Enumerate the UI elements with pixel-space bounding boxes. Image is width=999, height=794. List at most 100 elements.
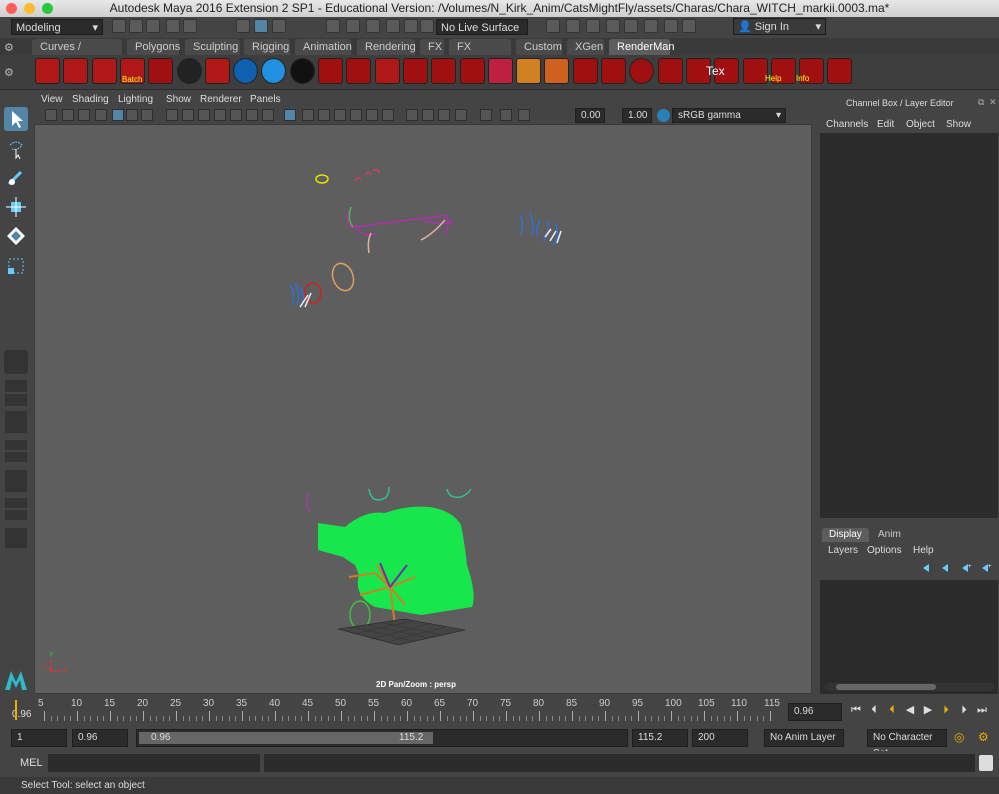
motion-blur-icon[interactable]: [382, 109, 394, 121]
open-scene-icon[interactable]: [129, 19, 143, 33]
hypershade-icon[interactable]: [318, 58, 343, 84]
custom-layout-icon[interactable]: [5, 528, 27, 548]
current-time-field[interactable]: 0.96: [788, 703, 842, 721]
layer-list[interactable]: [820, 580, 998, 694]
step-back-key-icon[interactable]: ⏴: [886, 704, 898, 716]
persp-outliner-layout-icon[interactable]: [5, 394, 27, 406]
single-perspective-layout-icon[interactable]: [4, 350, 28, 374]
channel-box-menu-object[interactable]: Object: [906, 119, 935, 130]
smooth-shade-icon[interactable]: [284, 109, 296, 121]
shelf-tab-curves-surfaces[interactable]: Curves / Surfaces: [32, 39, 122, 69]
snap-point-icon[interactable]: [366, 19, 380, 33]
new-scene-icon[interactable]: [112, 19, 126, 33]
viewport-menu-renderer[interactable]: Renderer: [200, 94, 242, 105]
box-icon[interactable]: [431, 58, 456, 84]
left-hand-finger-curves[interactable]: [289, 282, 304, 308]
dome-light-icon[interactable]: [375, 58, 400, 84]
hypershade-icon[interactable]: [624, 19, 638, 33]
film-icon[interactable]: [403, 58, 428, 84]
layer-editor-menu-help[interactable]: Help: [913, 545, 934, 556]
viewport-menu-show[interactable]: Show: [166, 94, 191, 105]
field-chart-icon[interactable]: [214, 109, 226, 121]
anim-layer-dropdown[interactable]: No Anim Layer: [764, 729, 844, 747]
key-icon[interactable]: [601, 58, 626, 84]
viewport-menu-lighting[interactable]: Lighting: [118, 94, 153, 105]
snap-curve-icon[interactable]: [346, 19, 360, 33]
lasso-tool-icon[interactable]: [4, 137, 28, 161]
command-input[interactable]: [48, 754, 260, 772]
shelf-options-icon[interactable]: ⚙: [4, 66, 14, 79]
snap-view-plane-icon[interactable]: [386, 19, 400, 33]
batch-render-icon[interactable]: [63, 58, 88, 84]
grid-icon[interactable]: [658, 58, 683, 84]
teapot-icon[interactable]: [516, 58, 541, 84]
shade-wireframe-icon[interactable]: [302, 109, 314, 121]
layer-list-scrollbar-thumb[interactable]: [836, 684, 936, 690]
grid-icon[interactable]: [141, 109, 153, 121]
zoom-window-button[interactable]: [42, 3, 53, 14]
safe-action-icon[interactable]: [230, 109, 242, 121]
render-settings-icon[interactable]: [606, 19, 620, 33]
select-by-component-icon[interactable]: [272, 19, 286, 33]
depth-of-field-icon[interactable]: [422, 109, 434, 121]
gamma-field[interactable]: 1.00: [622, 108, 652, 123]
lens-icon[interactable]: [346, 58, 371, 84]
exposure-field[interactable]: 0.00: [575, 108, 605, 123]
close-panel-icon[interactable]: ✕: [989, 97, 997, 108]
playback-start-field[interactable]: 0.96: [72, 729, 128, 747]
layer-editor-menu-options[interactable]: Options: [867, 545, 901, 556]
exposure-icon[interactable]: [518, 109, 530, 121]
shadow-sphere-icon[interactable]: [290, 58, 315, 84]
viewport-menu-shading[interactable]: Shading: [72, 94, 109, 105]
range-slider[interactable]: 0.96 115.2: [136, 729, 628, 747]
minimize-window-button[interactable]: [24, 3, 35, 14]
anti-aliasing-icon[interactable]: [406, 109, 418, 121]
script-icon[interactable]: [573, 58, 598, 84]
resolution-gate-icon[interactable]: [182, 109, 194, 121]
hat-brim-curves[interactable]: [367, 219, 446, 254]
image-plane-icon[interactable]: [95, 109, 107, 121]
world-sphere-icon[interactable]: [233, 58, 258, 84]
xray-joints-icon[interactable]: [480, 109, 492, 121]
layer-editor-tab-display[interactable]: Display: [822, 528, 869, 542]
hat-tip-curve[interactable]: [348, 206, 354, 228]
camera-attributes-icon[interactable]: [62, 109, 74, 121]
shelf-tab-sculpting[interactable]: Sculpting: [185, 39, 240, 55]
step-forward-frame-icon[interactable]: ⏵: [958, 704, 970, 716]
cloth-tip-curves[interactable]: [368, 486, 472, 501]
xray-icon[interactable]: [455, 109, 467, 121]
layer-editor-tab-anim[interactable]: Anim: [871, 528, 908, 542]
shelf-tab-xgen[interactable]: XGen: [567, 39, 604, 55]
eye-control-curves[interactable]: [354, 168, 380, 182]
ambient-occlusion-icon[interactable]: [366, 109, 378, 121]
shadows-icon[interactable]: [350, 109, 362, 121]
gate-mask-icon[interactable]: [198, 109, 210, 121]
live-surface-icon[interactable]: [420, 19, 434, 33]
film-gate-icon[interactable]: [166, 109, 178, 121]
select-tool-icon[interactable]: [4, 107, 28, 131]
channel-box-area[interactable]: [820, 133, 998, 518]
shelf-tab-polygons[interactable]: Polygons: [127, 39, 180, 55]
auto-key-icon[interactable]: ◎: [954, 730, 964, 744]
perspective-viewport[interactable]: Y X 2D Pan/Zoom : persp: [34, 124, 812, 694]
hypershade-layout-icon[interactable]: [5, 440, 27, 450]
step-back-frame-icon[interactable]: ⏴: [868, 704, 880, 716]
yellow-sphere-icon[interactable]: [629, 58, 654, 84]
animation-preferences-icon[interactable]: ⚙: [978, 730, 989, 744]
wireframe-icon[interactable]: [262, 109, 274, 121]
sign-in-button[interactable]: 👤 Sign In ▾: [733, 18, 826, 35]
go-to-end-icon[interactable]: ⏭: [976, 704, 988, 716]
render-icon[interactable]: [566, 19, 580, 33]
eye-icon[interactable]: [177, 58, 202, 84]
snap-grid-icon[interactable]: [326, 19, 340, 33]
undo-icon[interactable]: [166, 19, 180, 33]
scene-geometry[interactable]: Y X: [35, 125, 811, 693]
layer-editor-menu-layers[interactable]: Layers: [828, 545, 858, 556]
layer-list-scrollbar[interactable]: [824, 683, 994, 691]
new-layer-icon[interactable]: +: [960, 562, 972, 574]
stop-render-icon[interactable]: [148, 58, 173, 84]
move-layer-up-icon[interactable]: [921, 562, 933, 574]
animation-start-field[interactable]: 1: [11, 729, 67, 747]
channel-box-menu-edit[interactable]: Edit: [877, 119, 894, 130]
close-window-button[interactable]: [6, 3, 17, 14]
